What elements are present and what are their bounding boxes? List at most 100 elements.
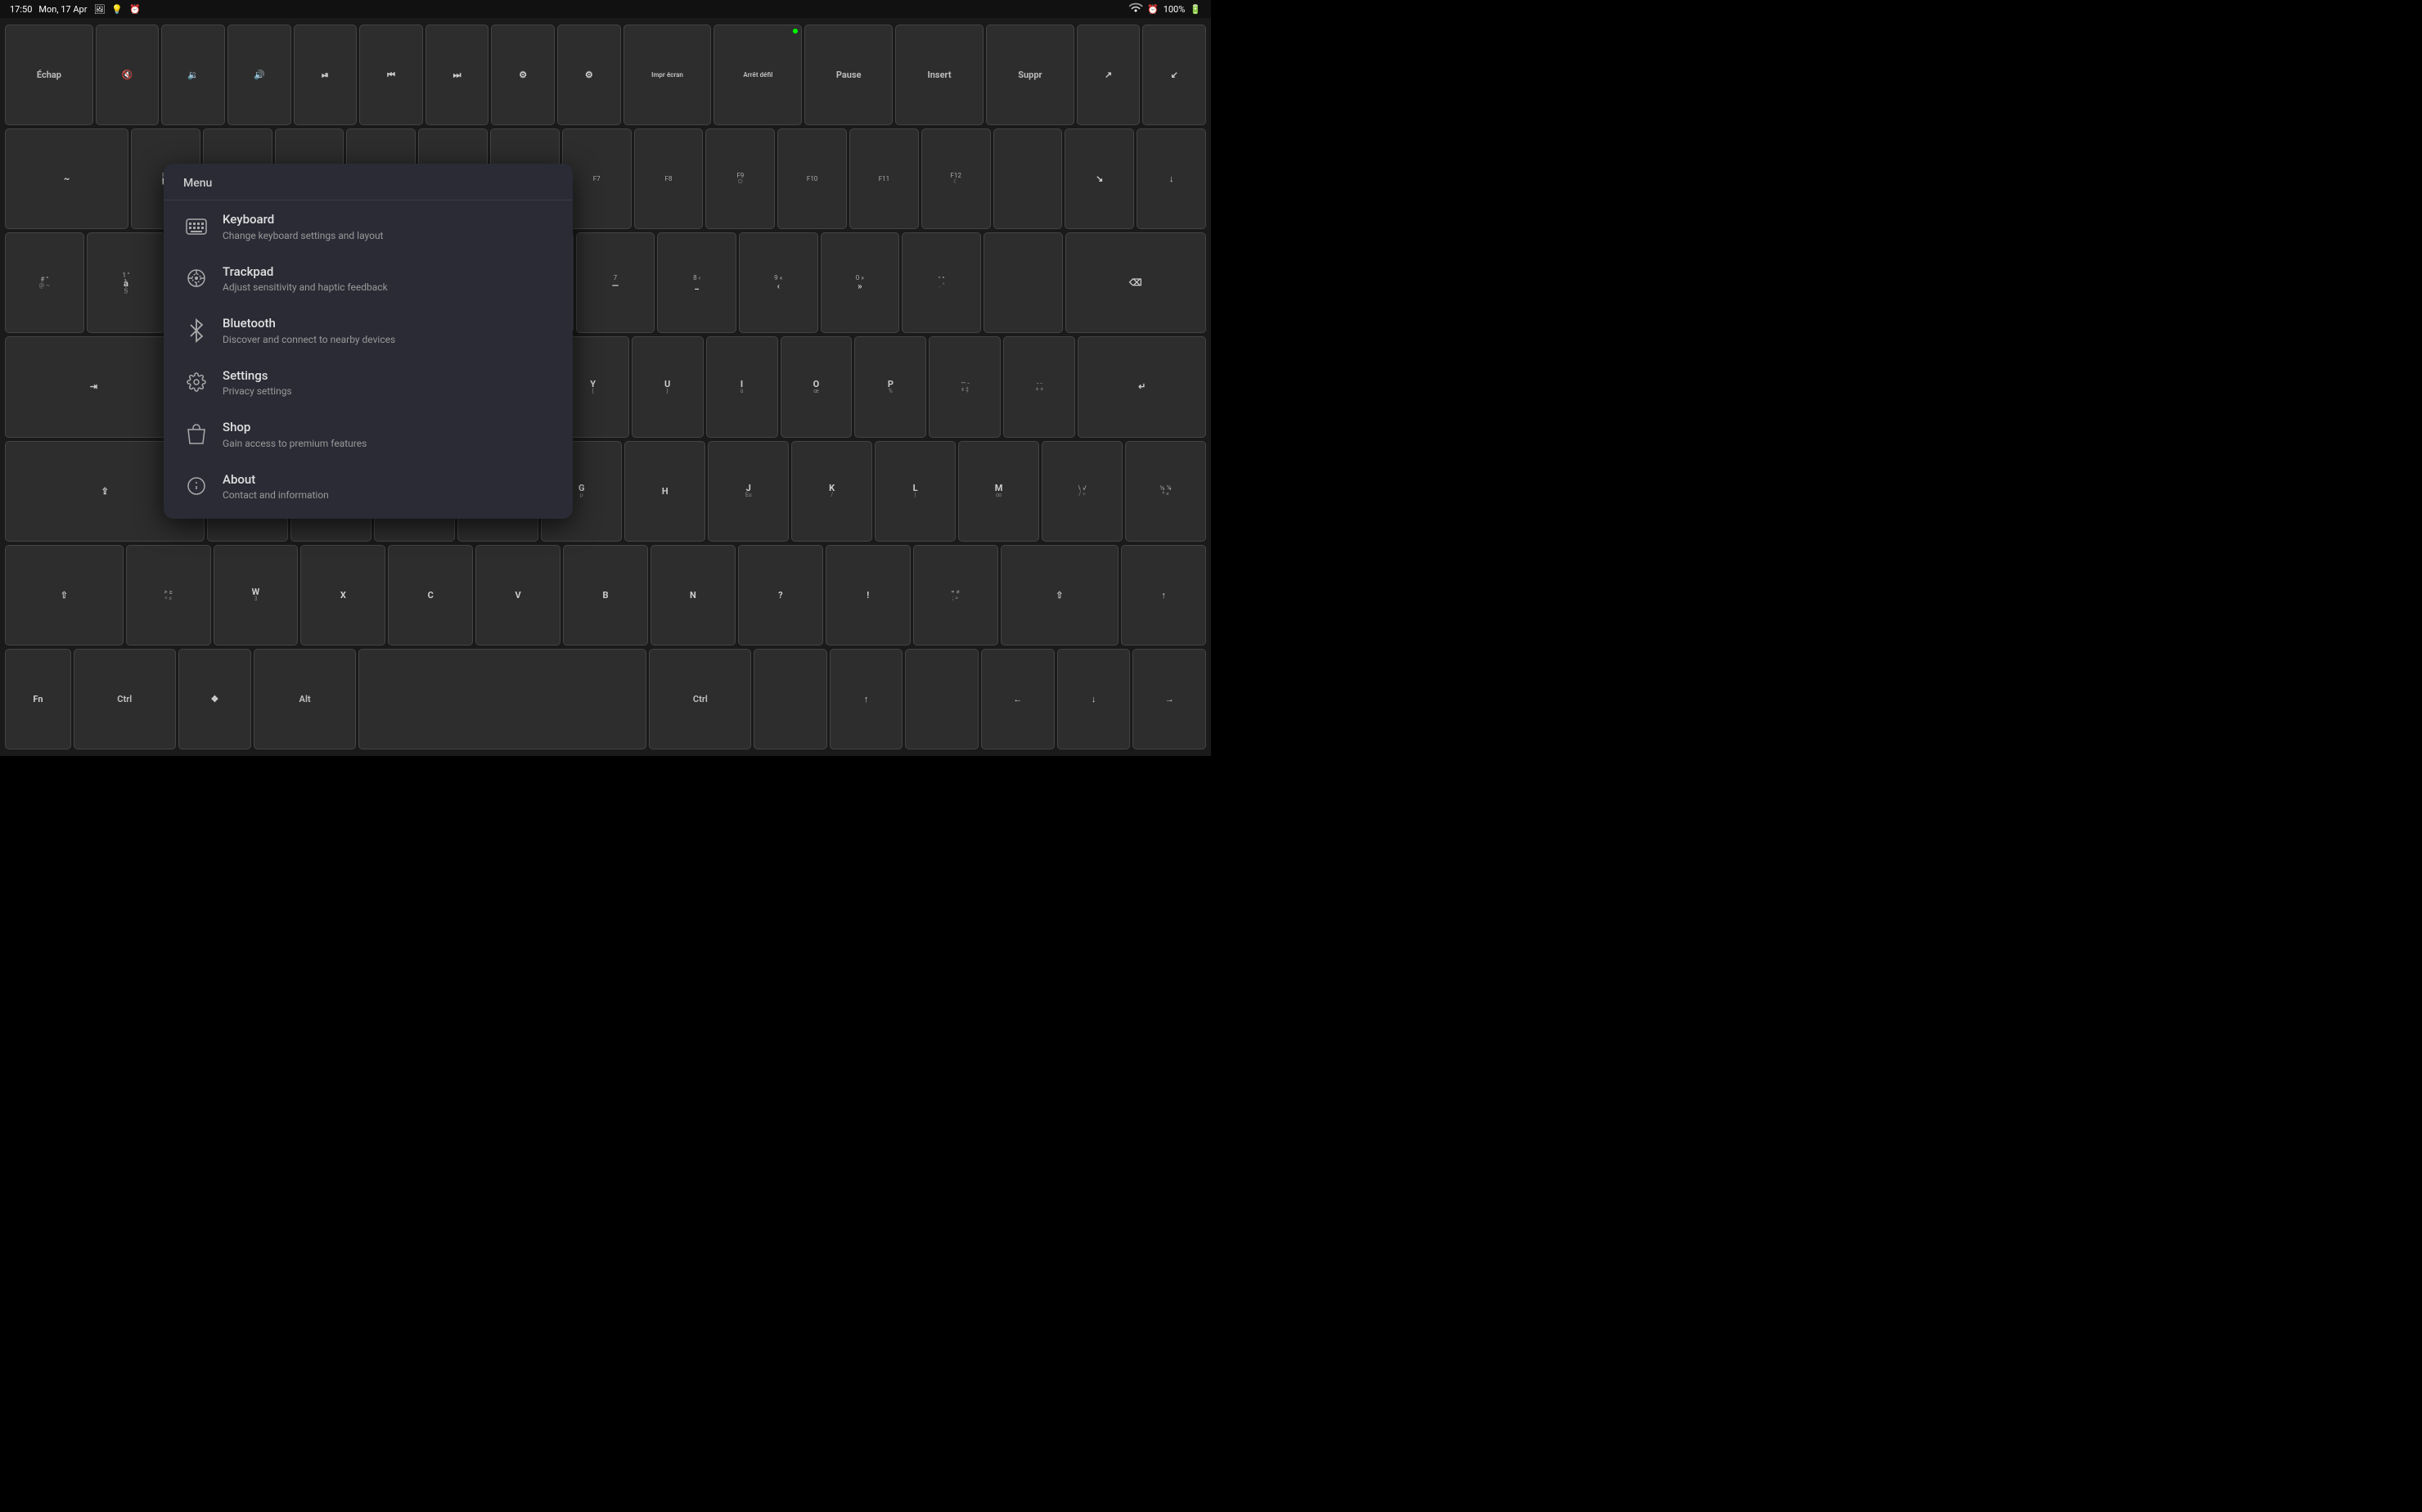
key-fn[interactable]: Fn (5, 649, 71, 749)
key-backtick[interactable] (984, 232, 1063, 333)
settings-text: Settings Privacy settings (223, 368, 553, 398)
key-ctrl-right[interactable]: Ctrl (649, 649, 751, 749)
key-insert[interactable]: Insert (895, 25, 984, 125)
settings-icon (183, 369, 209, 395)
key-vol-up[interactable]: 🔊 (227, 25, 291, 125)
menu-item-about[interactable]: About Contact and information (164, 461, 573, 513)
keyboard-title: Keyboard (223, 212, 553, 228)
key-f9[interactable]: F9⏻ (705, 128, 775, 229)
key-i[interactable]: Iù (706, 336, 778, 437)
bluetooth-title: Bluetooth (223, 316, 553, 332)
key-shift-right[interactable]: ⇧ (1001, 545, 1119, 646)
menu-item-settings[interactable]: Settings Privacy settings (164, 357, 573, 409)
battery-text: 100% (1164, 4, 1186, 15)
about-icon (183, 473, 209, 499)
key-v[interactable]: V (475, 545, 560, 646)
key-fn2[interactable] (754, 649, 827, 749)
key-arrow-ne[interactable]: ↗ (1077, 25, 1141, 125)
key-bright-up[interactable]: ⚙ (557, 25, 621, 125)
key-fn3[interactable] (905, 649, 979, 749)
key-echap[interactable]: Échap (5, 25, 93, 125)
key-backslash[interactable]: \ √/ ÷ (1042, 441, 1123, 542)
date: Mon, 17 Apr (38, 4, 87, 15)
key-1[interactable]: 1 "à§ (87, 232, 166, 333)
key-j[interactable]: JEu (708, 441, 789, 542)
trackpad-subtitle: Adjust sensitivity and haptic feedback (223, 281, 553, 293)
key-play-pause[interactable]: ⏯ (294, 25, 358, 125)
keyboard-subtitle: Change keyboard settings and layout (223, 230, 553, 241)
key-backspace[interactable]: ⌫ (1065, 232, 1206, 333)
key-f11[interactable]: F11 (849, 128, 919, 229)
key-h[interactable]: H (624, 441, 705, 542)
shop-text: Shop Gain access to premium features (223, 420, 553, 449)
key-9[interactable]: 9 «‹ (739, 232, 818, 333)
wifi-icon (1129, 3, 1142, 16)
status-right: ⏰ 100% 🔋 (1129, 3, 1201, 16)
key-arrow-se[interactable]: ↙ (1142, 25, 1206, 125)
key-space[interactable] (358, 649, 647, 749)
key-k[interactable]: K/ (791, 441, 872, 542)
key-mute[interactable]: 🔇 (96, 25, 160, 125)
key-tilde[interactable]: ~ (5, 128, 128, 229)
key-impr[interactable]: Impr écran (624, 25, 712, 125)
key-f8[interactable]: F8 (634, 128, 704, 229)
key-down[interactable]: ↓ (1057, 649, 1131, 749)
key-angle[interactable]: > ≥< ≤ (126, 545, 211, 646)
menu-item-shop[interactable]: Shop Gain access to premium features (164, 408, 573, 461)
key-prev[interactable]: ⏮ (359, 25, 423, 125)
key-quote[interactable]: " °.. ° (902, 232, 981, 333)
key-m[interactable]: M∞ (958, 441, 1039, 542)
key-row-bottom: Fn Ctrl ❖ Alt Ctrl ↑ ← ↓ → (5, 649, 1206, 749)
key-plus[interactable]: - -+ + (1003, 336, 1075, 437)
key-asterisk[interactable]: ½ ¼* × (1125, 441, 1206, 542)
key-7[interactable]: 7— (576, 232, 655, 333)
key-question[interactable]: ? (738, 545, 823, 646)
key-vol-down[interactable]: 🔉 (161, 25, 225, 125)
key-f12[interactable]: F12☾ (921, 128, 991, 229)
key-f13[interactable] (993, 128, 1063, 229)
key-super[interactable]: ❖ (178, 649, 252, 749)
menu-item-trackpad[interactable]: Trackpad Adjust sensitivity and haptic f… (164, 253, 573, 305)
about-text: About Contact and information (223, 472, 553, 502)
key-0[interactable]: 0 »» (821, 232, 900, 333)
key-l[interactable]: L| (875, 441, 956, 542)
key-next[interactable]: ⏭ (425, 25, 489, 125)
key-arret[interactable]: Arrêt défil (714, 25, 802, 125)
key-p[interactable]: P% (854, 336, 926, 437)
key-n[interactable]: N (651, 545, 736, 646)
about-subtitle: Contact and information (223, 489, 553, 501)
key-f-right1[interactable]: ↘ (1065, 128, 1134, 229)
key-bright-down[interactable]: ⚙ (491, 25, 555, 125)
key-u[interactable]: U} (632, 336, 704, 437)
alarm2-icon: ⏰ (1147, 4, 1159, 15)
key-ctrl-left[interactable]: Ctrl (74, 649, 176, 749)
key-enter[interactable]: ↵ (1078, 336, 1206, 437)
battery-icon: 🔋 (1190, 4, 1201, 15)
key-right[interactable]: → (1132, 649, 1206, 749)
key-b[interactable]: B (563, 545, 648, 646)
key-up[interactable]: ↑ (830, 649, 903, 749)
key-equals[interactable]: = ≠; ≈ (913, 545, 998, 646)
key-f-right2[interactable]: ↓ (1137, 128, 1206, 229)
key-hash[interactable]: # °@ ~ (5, 232, 84, 333)
key-shift-left[interactable]: ⇧ (5, 545, 124, 646)
key-f10[interactable]: F10 (777, 128, 847, 229)
key-alt[interactable]: Alt (254, 649, 356, 749)
settings-title: Settings (223, 368, 553, 385)
key-exclaim[interactable]: ! (826, 545, 911, 646)
key-suppr[interactable]: Suppr (986, 25, 1074, 125)
menu-title: Menu (164, 164, 573, 200)
key-tab[interactable]: ⇥ (5, 336, 182, 437)
key-left[interactable]: ← (981, 649, 1055, 749)
key-o[interactable]: Oœ (781, 336, 853, 437)
key-pause[interactable]: Pause (804, 25, 893, 125)
key-up-right[interactable]: ↑ (1121, 545, 1206, 646)
key-8[interactable]: 8 ‹_ (657, 232, 736, 333)
menu-item-keyboard[interactable]: Keyboard Change keyboard settings and la… (164, 200, 573, 253)
key-dash[interactable]: — -± ‡ (929, 336, 1001, 437)
time: 17:50 (10, 4, 32, 15)
key-w[interactable]: W3 (214, 545, 299, 646)
key-x[interactable]: X (300, 545, 385, 646)
key-c[interactable]: C (388, 545, 473, 646)
menu-item-bluetooth[interactable]: Bluetooth Discover and connect to nearby… (164, 304, 573, 357)
